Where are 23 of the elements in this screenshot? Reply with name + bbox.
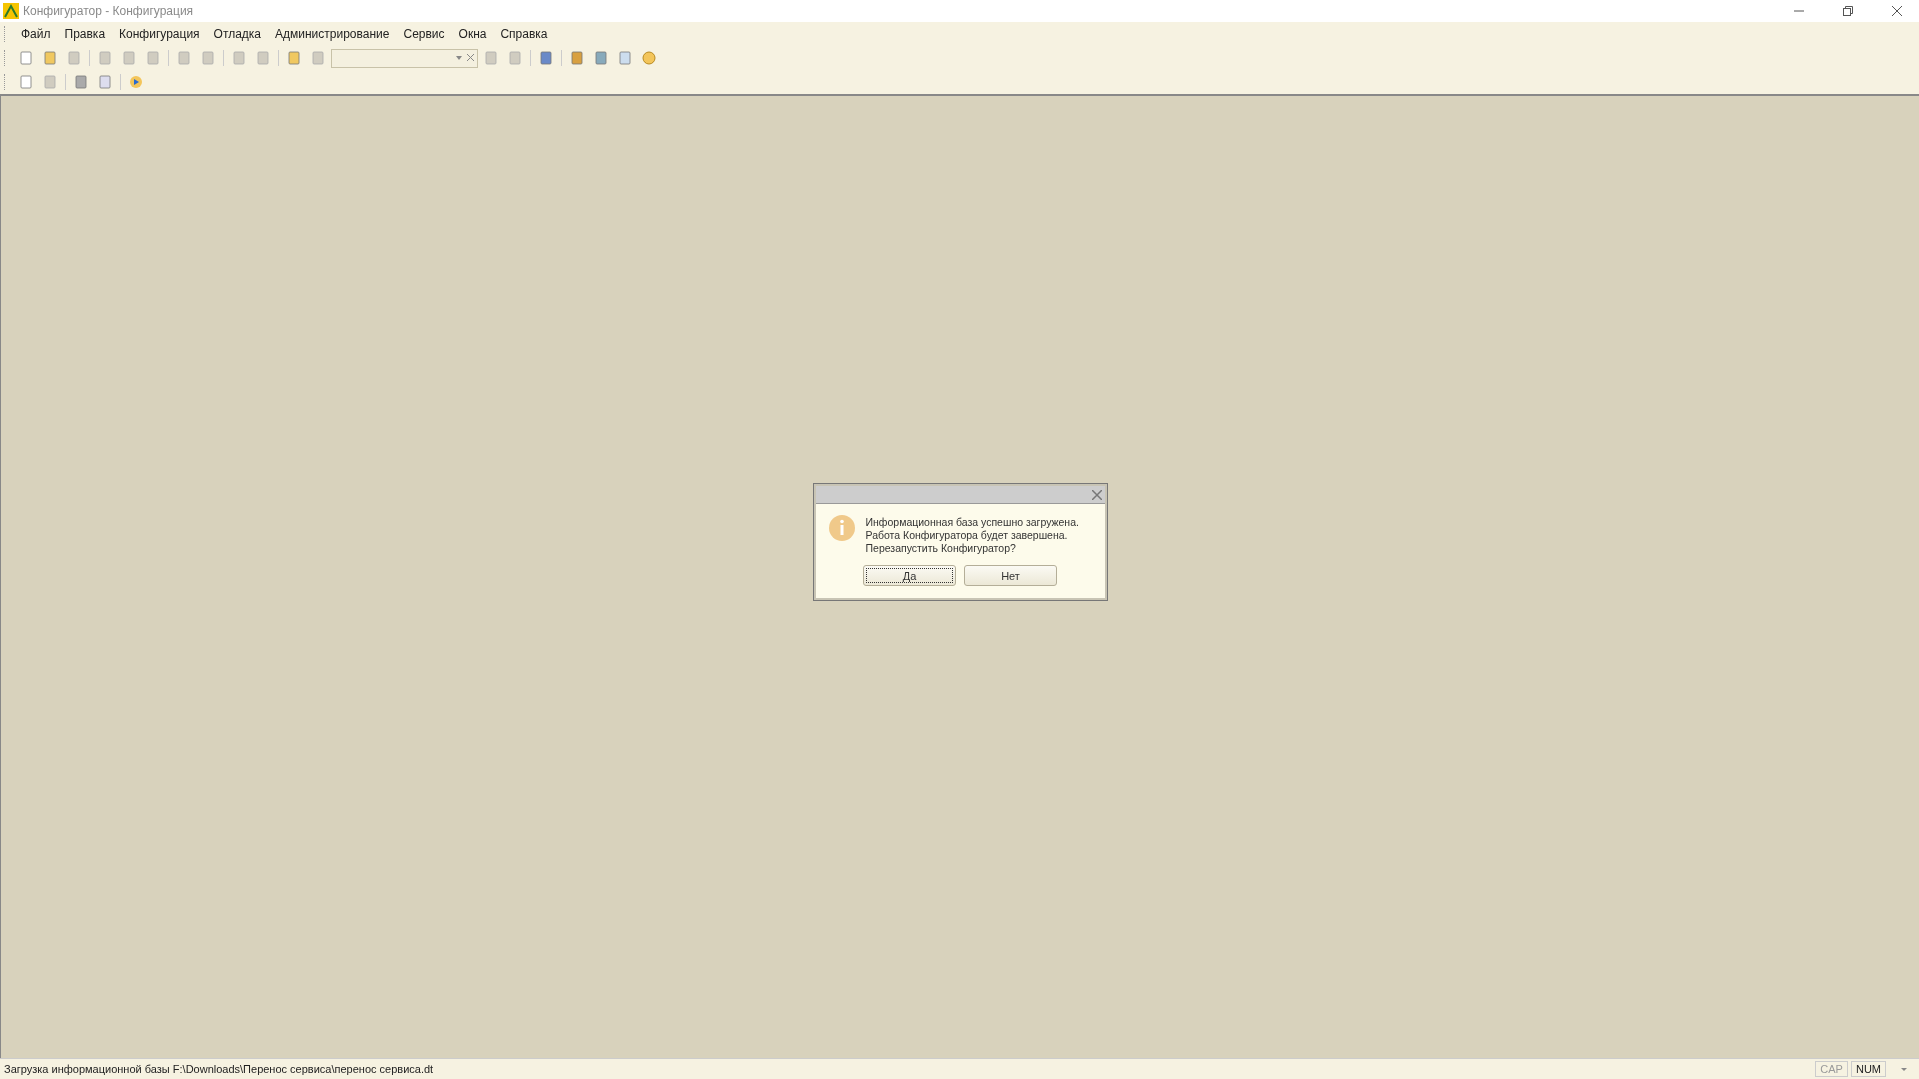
dialog-message: Информационная база успешно загружена. — [865, 516, 1079, 529]
menu-item[interactable]: Сервис — [397, 25, 451, 43]
menu-item[interactable]: Администрирование — [269, 25, 396, 43]
menu-item[interactable]: Файл — [15, 25, 57, 43]
window-title: Конфигуратор - Конфигурация — [23, 4, 195, 18]
dialog-message: Работа Конфигуратора будет завершена. — [865, 529, 1069, 542]
menu-item[interactable]: Отладка — [207, 25, 268, 43]
info-icon — [827, 514, 856, 542]
menu-item[interactable]: Справка — [494, 25, 554, 43]
status-message: Загрузка информационной базы F:\Downloads\Перенос сервиса\перенос сервиса.dt — [3, 1063, 435, 1075]
dialog-button[interactable]: Да — [863, 565, 956, 586]
dialog-message: Перезапустить Конфигуратор? — [865, 542, 1017, 555]
key-indicator: NUM — [1850, 1061, 1886, 1077]
menu-item[interactable]: Конфигурация — [113, 25, 206, 43]
menu-item[interactable]: Правка — [58, 25, 112, 43]
search-field[interactable] — [331, 48, 478, 68]
dialog-button[interactable]: Нет — [964, 565, 1057, 586]
menu-item[interactable]: Окна — [452, 25, 493, 43]
close-icon[interactable] — [1891, 6, 1902, 16]
key-indicator: CAP — [1815, 1061, 1848, 1077]
app-logo-icon — [3, 3, 19, 19]
clear-icon[interactable] — [465, 53, 477, 63]
restore-icon[interactable] — [1842, 6, 1853, 16]
